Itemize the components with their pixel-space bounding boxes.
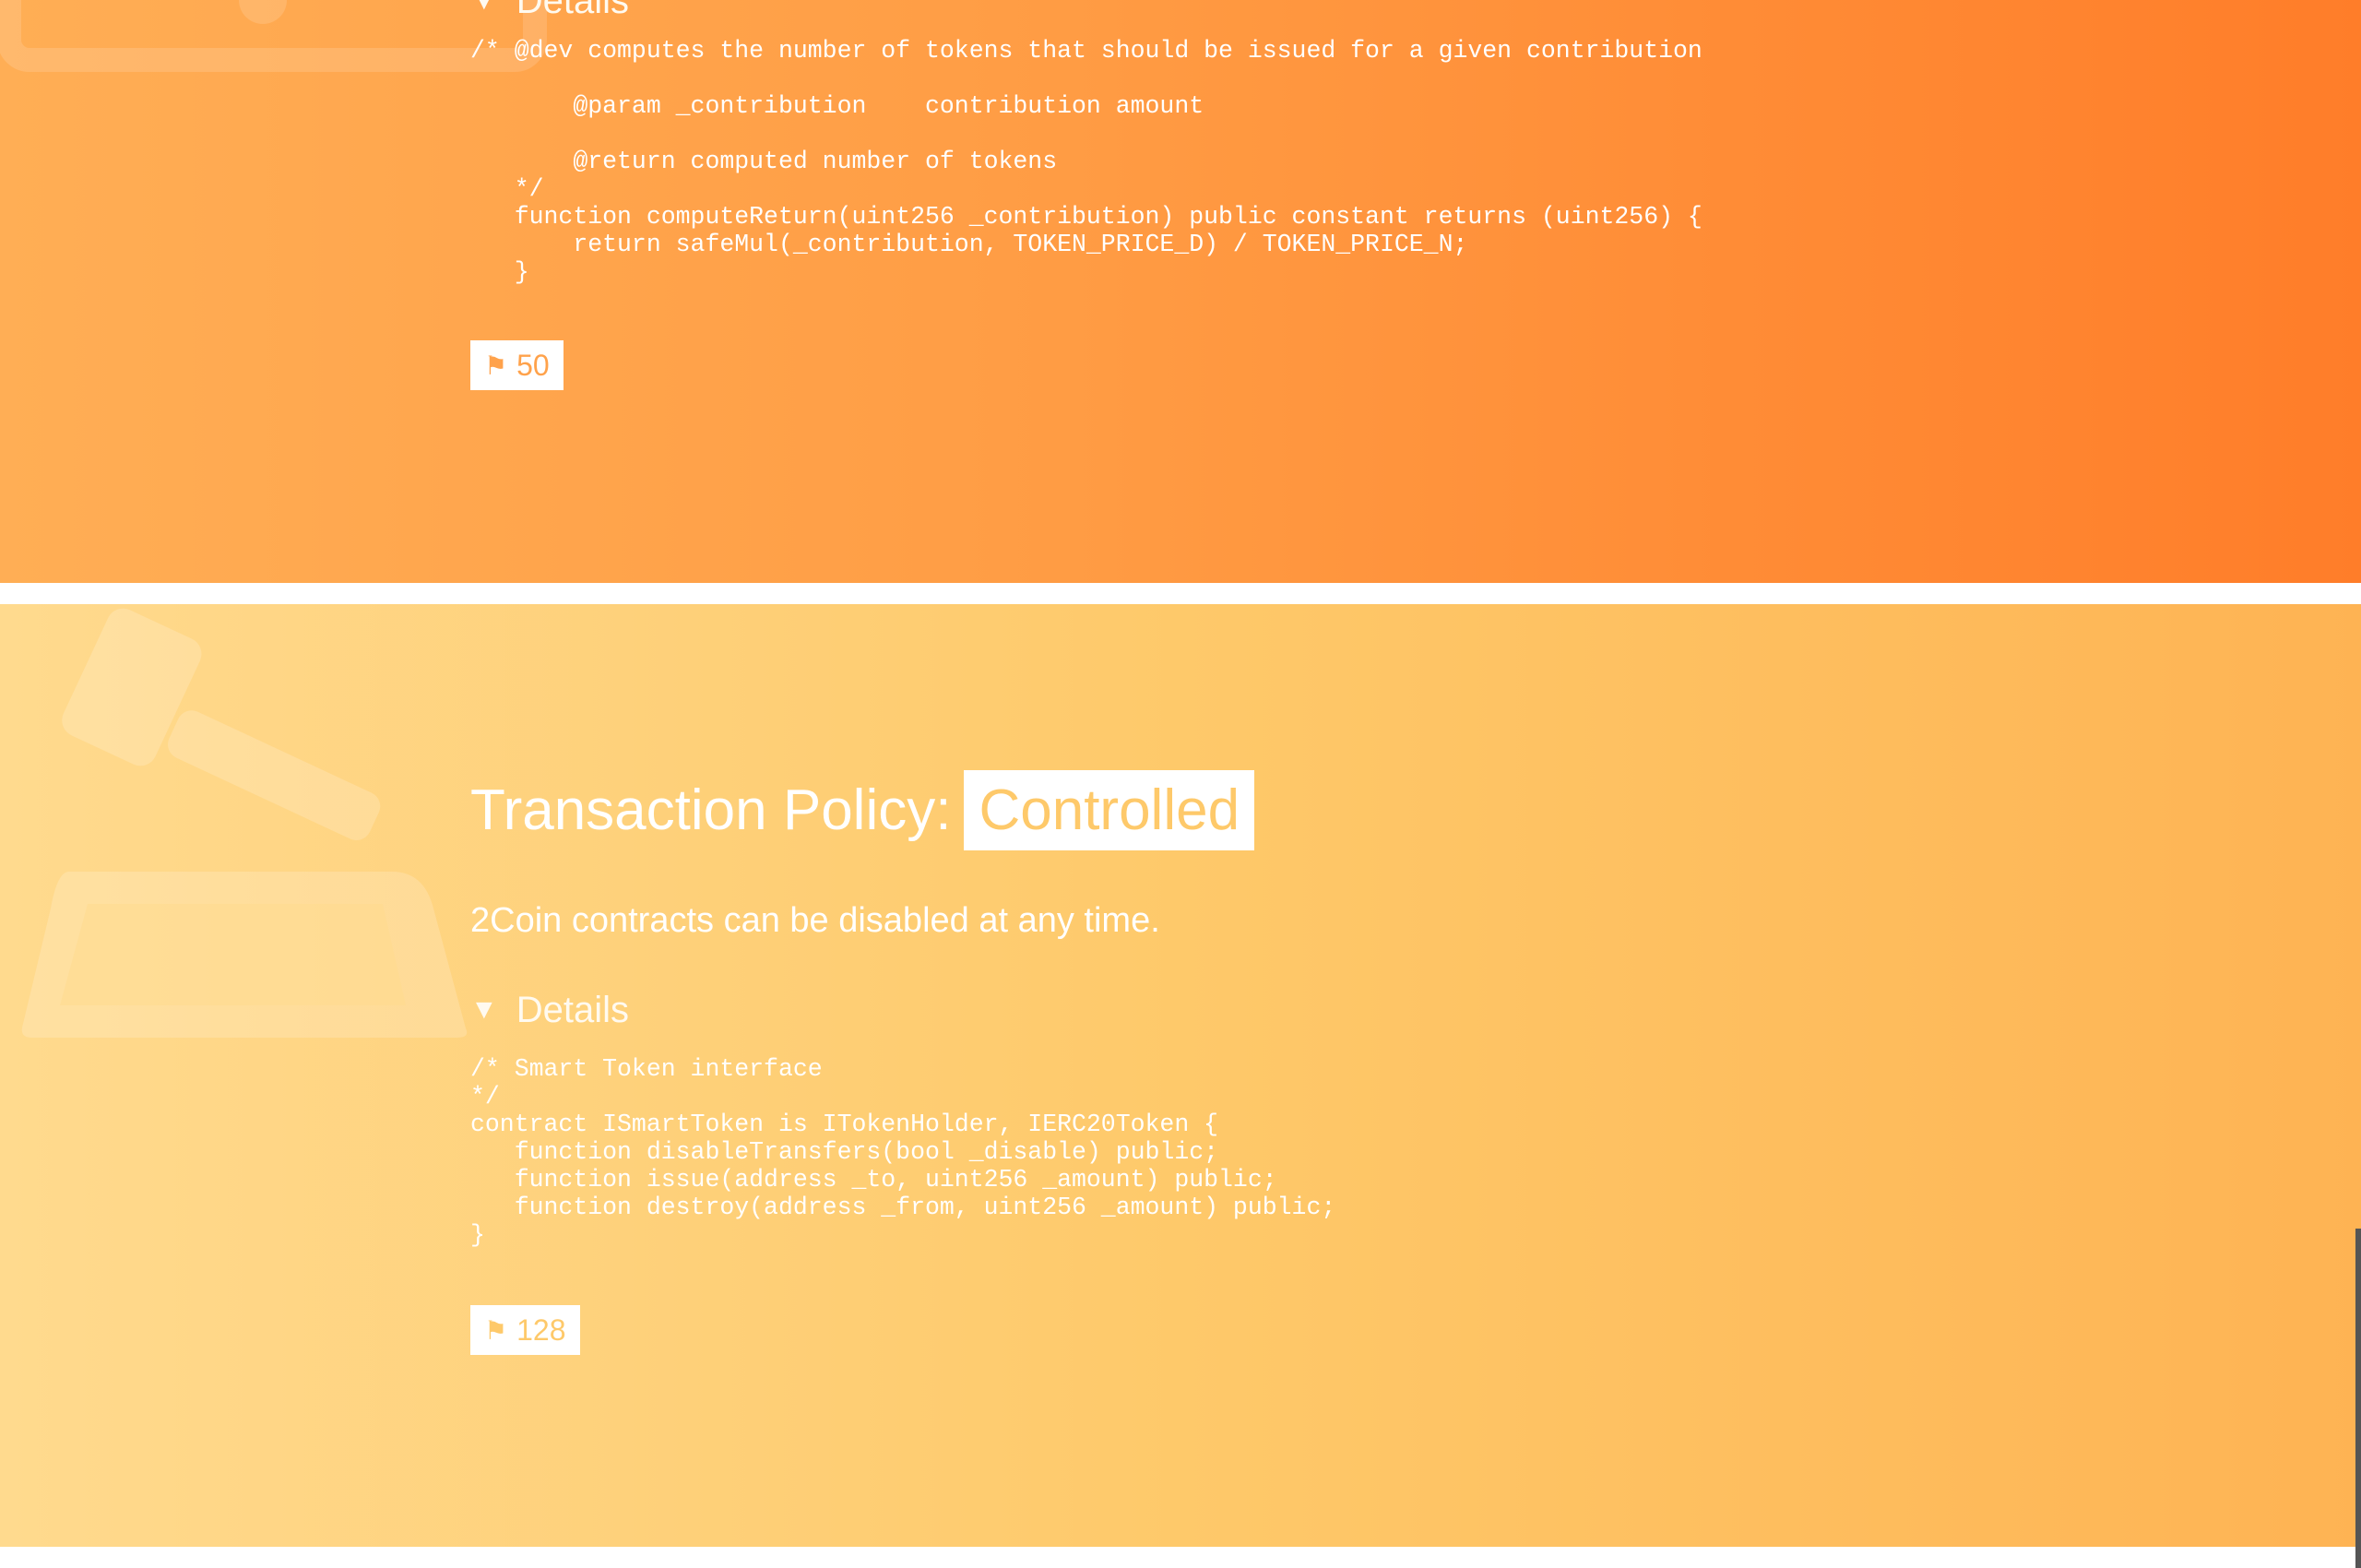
flag-count: 50	[516, 348, 550, 382]
policy-value-badge: Controlled	[964, 770, 1255, 850]
details-label: Details	[516, 989, 629, 1030]
scrollbar-thumb[interactable]	[2355, 1229, 2361, 1568]
details-toggle-bottom[interactable]: ▼ Details	[470, 989, 629, 1031]
triangle-down-icon: ▼	[470, 0, 498, 16]
policy-section-top: ▼ Details /* @dev computes the number of…	[0, 0, 2361, 583]
flag-icon: ⚑	[484, 1315, 508, 1345]
flag-badge-top[interactable]: ⚑ 50	[470, 340, 564, 390]
details-toggle-top[interactable]: ▼ Details	[470, 0, 629, 22]
code-block-bottom: /* Smart Token interface */ contract ISm…	[470, 1055, 1336, 1249]
flag-icon: ⚑	[484, 350, 508, 380]
policy-label: Transaction Policy:	[470, 778, 952, 842]
policy-title: Transaction Policy: Controlled	[470, 770, 1255, 850]
gavel-icon	[21, 608, 468, 1038]
flag-count: 128	[516, 1313, 566, 1347]
details-label: Details	[516, 0, 629, 21]
policy-description: 2Coin contracts can be disabled at any t…	[470, 901, 1160, 940]
policy-section-bottom: Transaction Policy: Controlled 2Coin con…	[0, 604, 2361, 1547]
triangle-down-icon: ▼	[470, 994, 498, 1025]
flag-badge-bottom[interactable]: ⚑ 128	[470, 1305, 580, 1355]
code-block-top: /* @dev computes the number of tokens th…	[470, 37, 1703, 286]
